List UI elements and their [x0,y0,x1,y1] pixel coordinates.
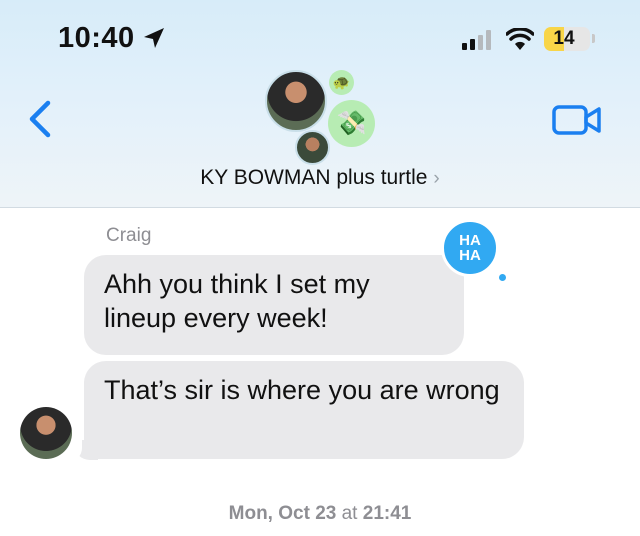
money-emoji-avatar: 💸 [328,100,375,147]
reaction-tail-dot [497,272,508,283]
timestamp-time: 21:41 [362,503,412,524]
group-name-label: KY BOWMAN plus turtle [200,166,428,189]
battery-icon: 14 [544,27,590,51]
haha-reaction-label: HA HA [459,232,481,264]
message-text: That’s sir is where you are wrong [104,375,500,405]
haha-reaction-badge[interactable]: HA HA [441,219,499,277]
timestamp-at: at [341,503,358,524]
message-bubble[interactable]: Ahh you think I set my lineup every week… [84,255,464,355]
sender-name: Craig [106,225,152,246]
message-timestamp: Mon, Oct 23 at 21:41 [0,503,640,525]
signal-icon [462,30,491,50]
message-bubble[interactable]: That’s sir is where you are wrong [84,361,524,459]
chevron-right-icon: › [433,168,440,189]
message-text: Ahh you think I set my lineup every week… [104,269,370,333]
back-button[interactable] [26,100,54,138]
sender-avatar[interactable] [20,407,72,459]
chat-header: 10:40 14 🐢 💸 KY BOWMAN plus turtle › [0,0,640,208]
turtle-emoji-avatar: 🐢 [329,70,354,95]
video-call-button[interactable] [552,103,602,137]
user-photo-avatar [265,70,327,132]
status-time: 10:40 [58,22,135,54]
timestamp-day: Mon, Oct 23 [228,503,337,524]
chevron-left-icon [29,100,51,138]
wifi-icon [506,28,534,50]
user-photo-small-avatar [295,130,330,165]
video-camera-icon [552,105,601,135]
conversation-title[interactable]: KY BOWMAN plus turtle › [0,166,640,190]
group-avatar-cluster[interactable]: 🐢 💸 [265,68,380,170]
battery-cap [592,34,595,43]
location-arrow-icon [144,28,164,48]
battery-level: 14 [553,28,575,49]
